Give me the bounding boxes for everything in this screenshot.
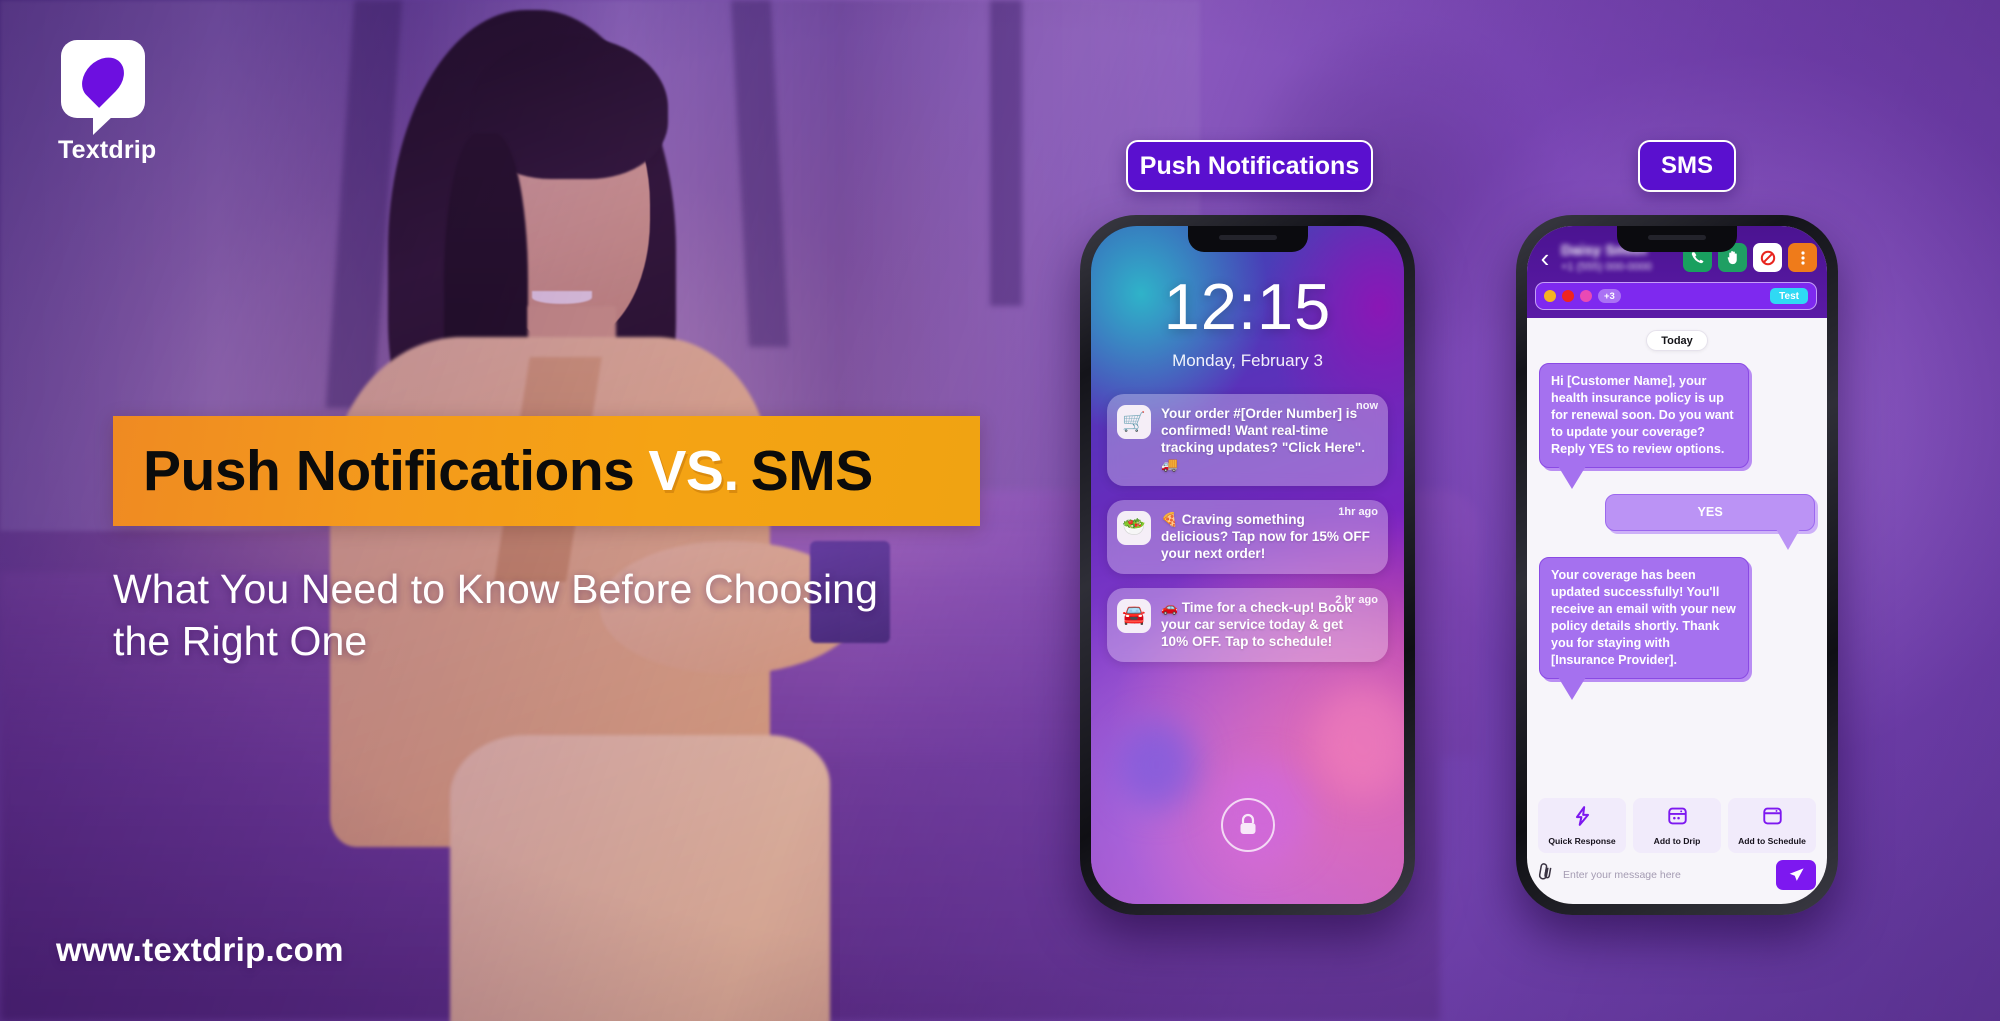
message-bubble-outgoing: Hi [Customer Name], your health insuranc… <box>1539 363 1749 489</box>
food-salad-icon: 🥗 <box>1117 510 1151 545</box>
notification-body: 🍕 Craving something delicious? Tap now f… <box>1161 511 1378 562</box>
sms-conversation[interactable]: Today Hi [Customer Name], your health in… <box>1527 318 1827 798</box>
phone-notch <box>1187 226 1308 252</box>
notification-timestamp: 1hr ago <box>1338 505 1378 518</box>
notification-text: 🍕 Craving something delicious? Tap now f… <box>1161 511 1370 561</box>
notification-timestamp: 2 hr ago <box>1335 593 1378 606</box>
phone-mockup-sms: ‹ Daisy Smith +1 (555) 000-0000 +3 Test … <box>1516 215 1838 915</box>
notification-body: 🚗 Time for a check-up! Book your car ser… <box>1161 599 1378 650</box>
more-menu-button[interactable] <box>1788 243 1817 272</box>
contact-number: +1 (555) 000-0000 <box>1561 261 1652 273</box>
tag-dot <box>1562 290 1574 302</box>
droplet-shape <box>73 48 133 108</box>
notification-list: 🛒 Your order #[Order Number] is confirme… <box>1107 394 1388 676</box>
wallpaper-blob <box>1116 720 1198 810</box>
add-to-drip-label: Add to Drip <box>1653 836 1701 846</box>
padlock-icon[interactable] <box>1220 798 1275 852</box>
wallpaper-blob <box>1316 687 1404 796</box>
shopping-cart-icon: 🛒 <box>1117 405 1151 439</box>
block-button[interactable] <box>1753 243 1782 272</box>
chevron-left-icon[interactable]: ‹ <box>1535 245 1555 271</box>
notification-text: 🚗 Time for a check-up! Book your car ser… <box>1161 599 1353 650</box>
drip-window-icon <box>1667 806 1687 831</box>
notification-card[interactable]: 🛒 Your order #[Order Number] is confirme… <box>1107 394 1388 486</box>
tag-dot <box>1544 290 1556 302</box>
headline-part1: Push Notifications <box>143 438 635 503</box>
phone-screen-lockscreen: 12:15 Monday, February 3 🛒 Your order #[… <box>1091 226 1404 904</box>
car-service-icon: 🚘 <box>1117 598 1151 633</box>
notification-card[interactable]: 🥗 🍕 Craving something delicious? Tap now… <box>1107 499 1388 574</box>
lockscreen-date: Monday, February 3 <box>1172 351 1323 370</box>
headline-banner: Push Notifications VS. SMS <box>113 416 980 526</box>
headline-part2: SMS <box>750 438 874 503</box>
paperclip-icon[interactable] <box>1533 860 1561 889</box>
add-to-drip-button[interactable]: Add to Drip <box>1633 798 1721 853</box>
tag-more-count[interactable]: +3 <box>1598 289 1621 303</box>
brand-logo: Textdrip <box>56 40 226 165</box>
label-sms: SMS <box>1638 140 1736 192</box>
tag-dot <box>1580 290 1592 302</box>
message-bubble-incoming: YES <box>1605 494 1815 550</box>
add-to-schedule-button[interactable]: Add to Schedule <box>1728 798 1816 853</box>
notification-body: Your order #[Order Number] is confirmed!… <box>1161 405 1378 474</box>
notification-card[interactable]: 🚘 🚗 Time for a check-up! Book your car s… <box>1107 587 1388 663</box>
quick-action-bar: Quick Response Add to Drip Add to Schedu… <box>1527 798 1827 860</box>
tag-chip-test[interactable]: Test <box>1770 288 1808 304</box>
send-paper-plane-icon[interactable] <box>1776 860 1816 890</box>
message-input[interactable]: Enter your message here <box>1563 869 1768 881</box>
quick-response-button[interactable]: Quick Response <box>1538 798 1626 853</box>
lockscreen-clock: 12:15 <box>1163 270 1332 343</box>
lightning-bolt-icon <box>1574 806 1591 831</box>
notification-text: Your order #[Order Number] is confirmed!… <box>1161 406 1366 473</box>
droplet-speech-bubble-icon <box>61 40 145 135</box>
label-push-notifications: Push Notifications <box>1126 140 1373 192</box>
message-bubble-outgoing: Your coverage has been updated successfu… <box>1539 557 1749 700</box>
subtitle: What You Need to Know Before Choosing th… <box>113 566 878 665</box>
sms-app: ‹ Daisy Smith +1 (555) 000-0000 +3 Test … <box>1527 226 1827 904</box>
website-url: www.textdrip.com <box>56 931 344 968</box>
notch-speaker <box>1648 235 1706 240</box>
quick-response-label: Quick Response <box>1548 836 1616 846</box>
brand-name: Textdrip <box>58 136 157 164</box>
phone-screen-sms: ‹ Daisy Smith +1 (555) 000-0000 +3 Test … <box>1527 226 1827 904</box>
phone-notch <box>1617 226 1737 252</box>
date-divider: Today <box>1646 330 1708 351</box>
notification-timestamp: now <box>1356 400 1378 412</box>
phone-mockup-push: 12:15 Monday, February 3 🛒 Your order #[… <box>1080 215 1415 915</box>
notch-speaker <box>1218 235 1277 240</box>
add-to-schedule-label: Add to Schedule <box>1738 836 1806 846</box>
headline-vs: VS. <box>648 438 739 503</box>
calendar-icon <box>1762 806 1782 831</box>
contact-tag-bar[interactable]: +3 Test <box>1535 282 1817 310</box>
message-composer: Enter your message here <box>1527 860 1827 904</box>
